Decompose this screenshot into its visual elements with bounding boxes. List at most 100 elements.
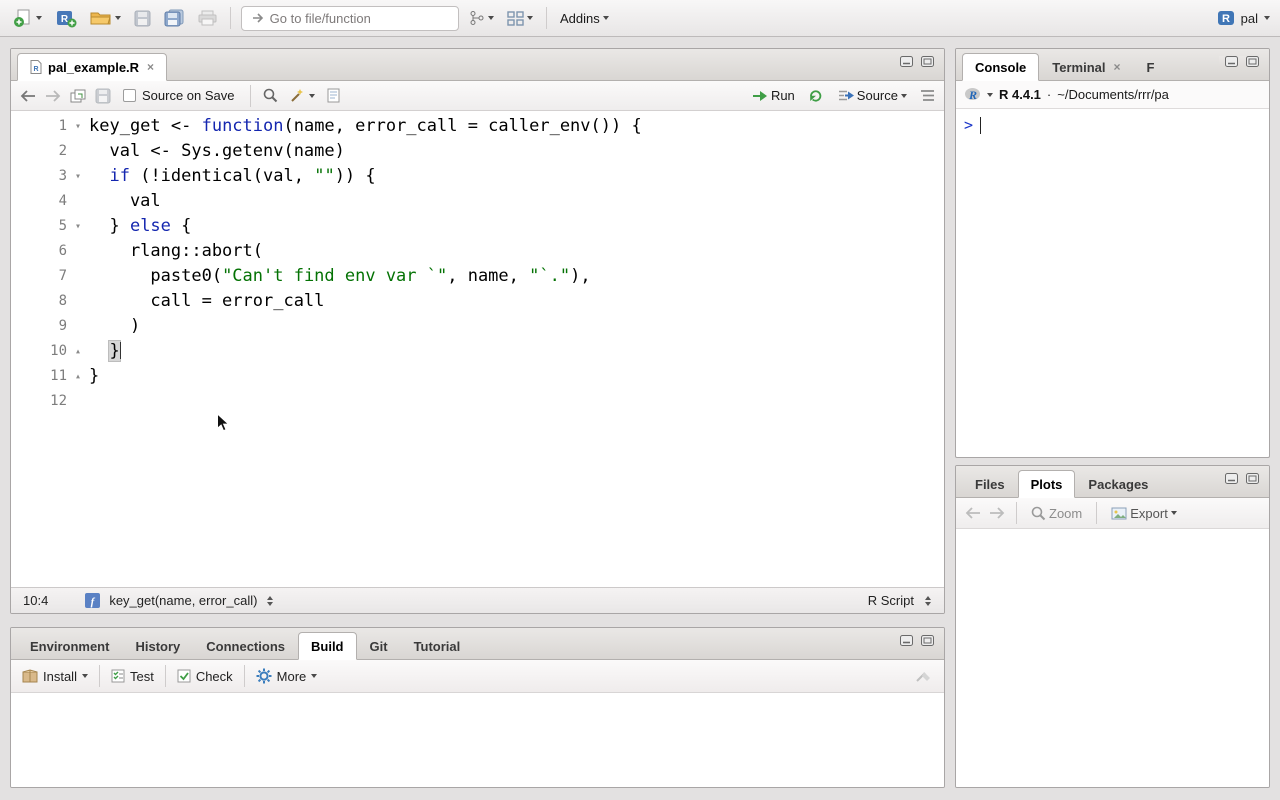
editor-line[interactable]: 6 rlang::abort( — [11, 239, 944, 264]
addins-button[interactable]: Addins — [557, 9, 612, 28]
tab-console[interactable]: Console — [962, 53, 1039, 81]
editor-line[interactable]: 2 val <- Sys.getenv(name) — [11, 139, 944, 164]
minimize-icon[interactable] — [900, 635, 913, 646]
print-button[interactable] — [195, 8, 220, 28]
source-button[interactable]: Source — [835, 86, 910, 105]
new-project-button[interactable]: R — [52, 6, 80, 30]
maximize-icon[interactable] — [921, 635, 934, 646]
back-icon[interactable] — [965, 507, 981, 519]
broom-icon[interactable] — [915, 669, 933, 683]
fold-gutter — [67, 389, 89, 414]
project-selector[interactable]: R pal — [1217, 10, 1270, 26]
toolbar-separator — [244, 665, 245, 687]
install-button[interactable]: Install — [22, 669, 88, 684]
file-type-selector[interactable]: R Script — [868, 593, 932, 608]
editor-line[interactable]: 12 — [11, 389, 944, 414]
fold-marker-icon[interactable]: ▾ — [67, 114, 89, 139]
fold-marker-icon[interactable]: ▾ — [67, 214, 89, 239]
chevron-down-icon[interactable] — [311, 674, 317, 678]
console-output[interactable]: > — [956, 109, 1269, 457]
chevron-down-icon[interactable] — [901, 94, 907, 98]
fold-marker-icon[interactable]: ▾ — [67, 164, 89, 189]
more-button[interactable]: More — [256, 668, 318, 684]
editor-line[interactable]: 4 val — [11, 189, 944, 214]
forward-icon[interactable] — [45, 90, 61, 102]
tab-tutorial[interactable]: Tutorial — [401, 632, 474, 660]
source-on-save-toggle[interactable]: Source on Save — [120, 86, 238, 105]
chevron-down-icon[interactable] — [603, 16, 609, 20]
project-name: pal — [1241, 11, 1258, 26]
compile-report-icon[interactable] — [327, 88, 340, 103]
rerun-icon[interactable] — [808, 89, 825, 103]
editor-line[interactable]: 9 ) — [11, 314, 944, 339]
find-replace-icon[interactable] — [263, 88, 278, 103]
save-icon[interactable] — [95, 88, 111, 104]
working-directory[interactable]: ~/Documents/rrr/pa — [1057, 87, 1169, 102]
editor-line[interactable]: 3▾ if (!identical(val, "")) { — [11, 164, 944, 189]
tab-environment[interactable]: Environment — [17, 632, 122, 660]
back-icon[interactable] — [20, 90, 36, 102]
tab-terminal[interactable]: Terminal — [1039, 53, 1133, 81]
tab-connections[interactable]: Connections — [193, 632, 298, 660]
chevron-down-icon[interactable] — [488, 16, 494, 20]
minimize-icon[interactable] — [1225, 56, 1238, 67]
tab-files[interactable]: Files — [962, 470, 1018, 498]
tab-history[interactable]: History — [122, 632, 193, 660]
document-outline-icon[interactable] — [920, 89, 935, 102]
minimize-icon[interactable] — [1225, 473, 1238, 484]
save-all-button[interactable] — [161, 7, 188, 29]
minimize-icon[interactable] — [900, 56, 913, 67]
tab-git[interactable]: Git — [357, 632, 401, 660]
popout-window-icon[interactable] — [70, 89, 86, 103]
tab-pal-example[interactable]: R pal_example.R — [17, 53, 167, 81]
chevron-down-icon[interactable] — [1171, 511, 1177, 515]
source-on-save-checkbox[interactable] — [123, 89, 136, 102]
editor-line[interactable]: 10▴ } — [11, 339, 944, 364]
editor-line[interactable]: 8 call = error_call — [11, 289, 944, 314]
chevron-down-icon[interactable] — [36, 16, 42, 20]
tab-plots[interactable]: Plots — [1018, 470, 1076, 498]
tab-build[interactable]: Build — [298, 632, 357, 660]
code-tools-button[interactable] — [287, 86, 318, 105]
maximize-icon[interactable] — [1246, 56, 1259, 67]
export-button[interactable]: Export — [1108, 504, 1180, 523]
pane-layout-button[interactable] — [504, 9, 536, 28]
source-pane: R pal_example.R Source on Save Run — [10, 48, 945, 614]
test-button[interactable]: Test — [111, 669, 154, 684]
updown-icon[interactable] — [266, 595, 274, 607]
function-context-selector[interactable]: key_get(name, error_call) — [109, 593, 257, 608]
tab-partial[interactable]: F — [1134, 53, 1158, 81]
chevron-down-icon[interactable] — [115, 16, 121, 20]
tab-packages[interactable]: Packages — [1075, 470, 1161, 498]
chevron-down-icon[interactable] — [309, 94, 315, 98]
zoom-button[interactable]: Zoom — [1028, 504, 1085, 523]
maximize-icon[interactable] — [921, 56, 934, 67]
chevron-down-icon[interactable] — [82, 674, 88, 678]
close-icon[interactable] — [1114, 61, 1121, 73]
editor-line[interactable]: 7 paste0("Can't find env var `", name, "… — [11, 264, 944, 289]
editor-line[interactable]: 1▾key_get <- function(name, error_call =… — [11, 114, 944, 139]
open-file-button[interactable] — [87, 8, 124, 28]
git-branch-icon — [469, 10, 485, 26]
check-button[interactable]: Check — [177, 669, 233, 684]
chevron-down-icon[interactable] — [987, 93, 993, 97]
chevron-down-icon[interactable] — [527, 16, 533, 20]
editor-line[interactable]: 5▾ } else { — [11, 214, 944, 239]
goto-file-function-input[interactable] — [270, 11, 449, 26]
close-icon[interactable] — [147, 61, 154, 73]
chevron-down-icon[interactable] — [1264, 16, 1270, 20]
goto-file-function-box[interactable] — [241, 6, 459, 31]
fold-marker-icon[interactable]: ▴ — [67, 364, 89, 389]
version-control-button[interactable] — [466, 8, 497, 28]
maximize-icon[interactable] — [1246, 473, 1259, 484]
code-editor[interactable]: 1▾key_get <- function(name, error_call =… — [11, 111, 944, 587]
line-number: 8 — [11, 289, 67, 314]
forward-icon[interactable] — [989, 507, 1005, 519]
fold-gutter — [67, 189, 89, 214]
save-button[interactable] — [131, 8, 154, 29]
fold-marker-icon[interactable]: ▴ — [67, 339, 89, 364]
run-button[interactable]: Run — [749, 86, 798, 105]
editor-line[interactable]: 11▴} — [11, 364, 944, 389]
new-file-button[interactable] — [10, 7, 45, 30]
plots-empty-area — [956, 529, 1269, 787]
